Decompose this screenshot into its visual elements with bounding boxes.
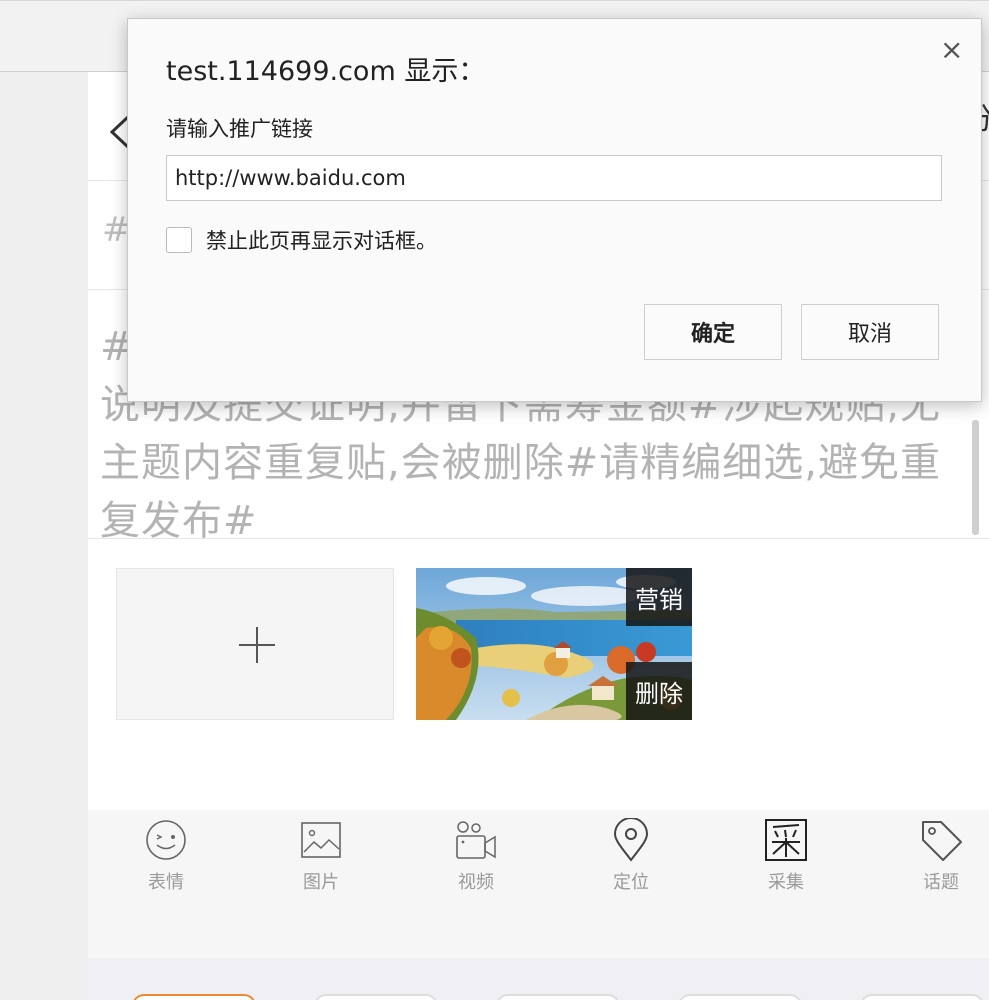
compose-toolbar: 表情 图片 视频 定位 采集 话题: [88, 810, 989, 958]
delete-button[interactable]: 删除: [626, 662, 692, 720]
suppress-dialogs-label[interactable]: 禁止此页再显示对话框。: [206, 225, 437, 255]
toolbar-location[interactable]: 定位: [591, 818, 671, 908]
close-icon[interactable]: ×: [940, 33, 963, 66]
dialog-title: test.114699.com 显示：: [166, 56, 486, 87]
prompt-dialog: test.114699.com 显示： × 请输入推广链接 禁止此页再显示对话框…: [127, 18, 982, 402]
emoji-icon: [146, 820, 186, 860]
toolbar-collect[interactable]: 采集: [746, 818, 826, 908]
image-icon: [301, 822, 341, 858]
page-gutter: [0, 72, 88, 1000]
toolbar-topic[interactable]: 话题: [901, 818, 981, 908]
toolbar-label: 视频: [458, 872, 494, 893]
suppress-dialogs-checkbox[interactable]: [166, 227, 192, 253]
collect-icon: [765, 819, 807, 861]
toolbar-emoji[interactable]: 表情: [126, 818, 206, 908]
location-icon: [613, 818, 649, 862]
toolbar-video[interactable]: 视频: [436, 818, 516, 908]
uploaded-image-tile: 营销 删除: [416, 568, 692, 720]
toolbar-image[interactable]: 图片: [281, 818, 361, 908]
add-image-button[interactable]: [116, 568, 394, 720]
ok-button[interactable]: 确定: [644, 304, 782, 360]
promo-link-input[interactable]: [166, 155, 942, 201]
bottom-tab[interactable]: [314, 994, 438, 1000]
toolbar-label: 表情: [148, 872, 184, 893]
cancel-button[interactable]: 取消: [801, 304, 939, 360]
suppress-dialogs-row[interactable]: 禁止此页再显示对话框。: [166, 225, 437, 255]
content-scrollbar[interactable]: [972, 420, 979, 535]
toolbar-label: 采集: [768, 872, 804, 893]
bottom-tab-bar: [88, 958, 989, 1000]
bottom-tab-active[interactable]: [132, 994, 256, 1000]
promote-button[interactable]: 营销: [626, 568, 692, 626]
video-icon: [456, 821, 496, 859]
bottom-tab[interactable]: [496, 994, 620, 1000]
toolbar-label: 话题: [923, 872, 959, 893]
tag-icon: [922, 821, 962, 861]
bottom-tab[interactable]: [860, 994, 984, 1000]
toolbar-label: 图片: [303, 872, 339, 893]
toolbar-label: 定位: [613, 872, 649, 893]
dialog-prompt-text: 请输入推广链接: [166, 117, 313, 141]
bottom-tab[interactable]: [678, 994, 802, 1000]
